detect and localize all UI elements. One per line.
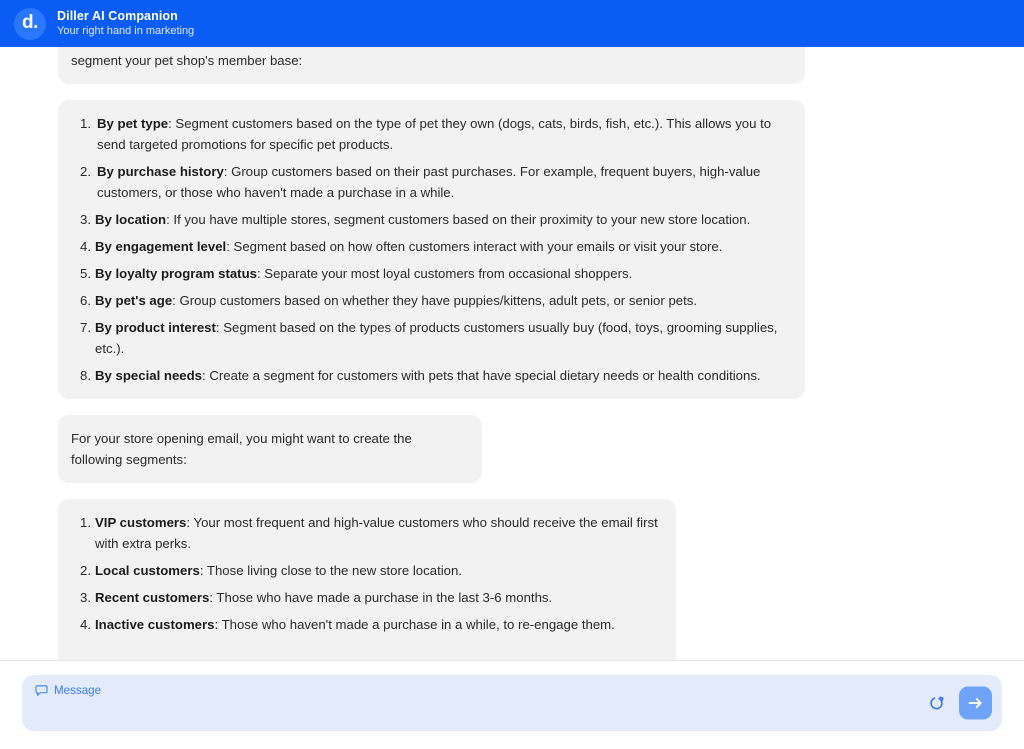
intro-tail-text: segment your pet shop's member base: — [71, 53, 303, 68]
list-item-body: Inactive customers: Those who haven't ma… — [95, 617, 615, 632]
list-item-label: By location — [95, 212, 167, 227]
message-bubble-segmentation-list: By pet type: Segment customers based on … — [58, 100, 805, 399]
list-item-label: By loyalty program status — [95, 266, 257, 281]
composer-zone: Message — [0, 660, 1024, 749]
list-item-label: By pet type — [97, 116, 169, 131]
list-item-label: Recent customers — [95, 590, 210, 605]
refresh-icon[interactable] — [926, 692, 948, 714]
list-item-label: By pet's age — [95, 293, 173, 308]
list-item-body: VIP customers: Your most frequent and hi… — [95, 515, 658, 551]
message-bubble-segments-list: VIP customers: Your most frequent and hi… — [58, 499, 676, 660]
message-composer[interactable]: Message — [22, 675, 1002, 731]
list-item-body: Local customers: Those living close to t… — [95, 563, 462, 578]
list-item: By product interest: Segment based on th… — [71, 317, 787, 359]
list-item: Recent customers: Those who have made a … — [71, 587, 658, 608]
message-input[interactable]: Message — [35, 684, 994, 697]
message-bubble-store-opening: For your store opening email, you might … — [58, 415, 482, 483]
send-button[interactable] — [959, 686, 992, 720]
list-item-label: By special needs — [95, 368, 203, 383]
list-item: By engagement level: Segment based on ho… — [71, 236, 787, 257]
list-item: Inactive customers: Those who haven't ma… — [71, 614, 658, 635]
list-item-label: Inactive customers — [95, 617, 215, 632]
list-item-body: By location: If you have multiple stores… — [95, 212, 751, 227]
chat-scroll-area[interactable]: segment your pet shop's member base: By … — [0, 47, 1024, 660]
list-item-label: By purchase history — [97, 164, 224, 179]
list-item-body: By pet's age: Group customers based on w… — [95, 293, 698, 308]
diller-logo-icon: d. — [14, 7, 46, 40]
chat-app-window: d. Diller AI Companion Your right hand i… — [0, 0, 1024, 749]
list-item-body: By engagement level: Segment based on ho… — [95, 239, 723, 254]
chat-message-list: segment your pet shop's member base: By … — [0, 47, 1024, 660]
send-icon — [968, 697, 982, 709]
list-item-body: By pet type: Segment customers based on … — [97, 116, 772, 152]
list-item: By loyalty program status: Separate your… — [71, 263, 787, 284]
list-item: By pet type: Segment customers based on … — [71, 113, 787, 155]
list-item-label: By product interest — [95, 320, 216, 335]
message-bubble-intro: segment your pet shop's member base: — [58, 47, 805, 84]
list-item-label: VIP customers — [95, 515, 187, 530]
list-item: VIP customers: Your most frequent and hi… — [71, 512, 658, 554]
list-item: By purchase history: Group customers bas… — [71, 161, 787, 203]
list-item: By location: If you have multiple stores… — [71, 209, 787, 230]
list-item: By pet's age: Group customers based on w… — [71, 290, 787, 311]
chat-bubble-icon — [35, 684, 48, 697]
app-header: d. Diller AI Companion Your right hand i… — [0, 0, 1024, 47]
message-input-placeholder: Message — [54, 684, 102, 697]
list-item-body: Recent customers: Those who have made a … — [95, 590, 553, 605]
segments-ordered-list: VIP customers: Your most frequent and hi… — [71, 512, 658, 635]
list-item-body: By loyalty program status: Separate your… — [95, 266, 633, 281]
header-text-group: Diller AI Companion Your right hand in m… — [57, 9, 194, 38]
app-title: Diller AI Companion — [57, 9, 178, 23]
list-item: Local customers: Those living close to t… — [71, 560, 658, 581]
list-item-body: By special needs: Create a segment for c… — [95, 368, 761, 383]
list-item-body: By purchase history: Group customers bas… — [97, 164, 761, 200]
store-opening-text: For your store opening email, you might … — [71, 431, 412, 467]
list-item: By special needs: Create a segment for c… — [71, 365, 787, 386]
composer-actions — [926, 686, 992, 720]
segmentation-ordered-list: By pet type: Segment customers based on … — [71, 113, 787, 386]
logo-glyph: d. — [22, 12, 38, 33]
app-subtitle: Your right hand in marketing — [57, 25, 195, 37]
list-item-label: By engagement level — [95, 239, 227, 254]
list-item-body: By product interest: Segment based on th… — [95, 320, 778, 356]
list-item-label: Local customers — [95, 563, 200, 578]
